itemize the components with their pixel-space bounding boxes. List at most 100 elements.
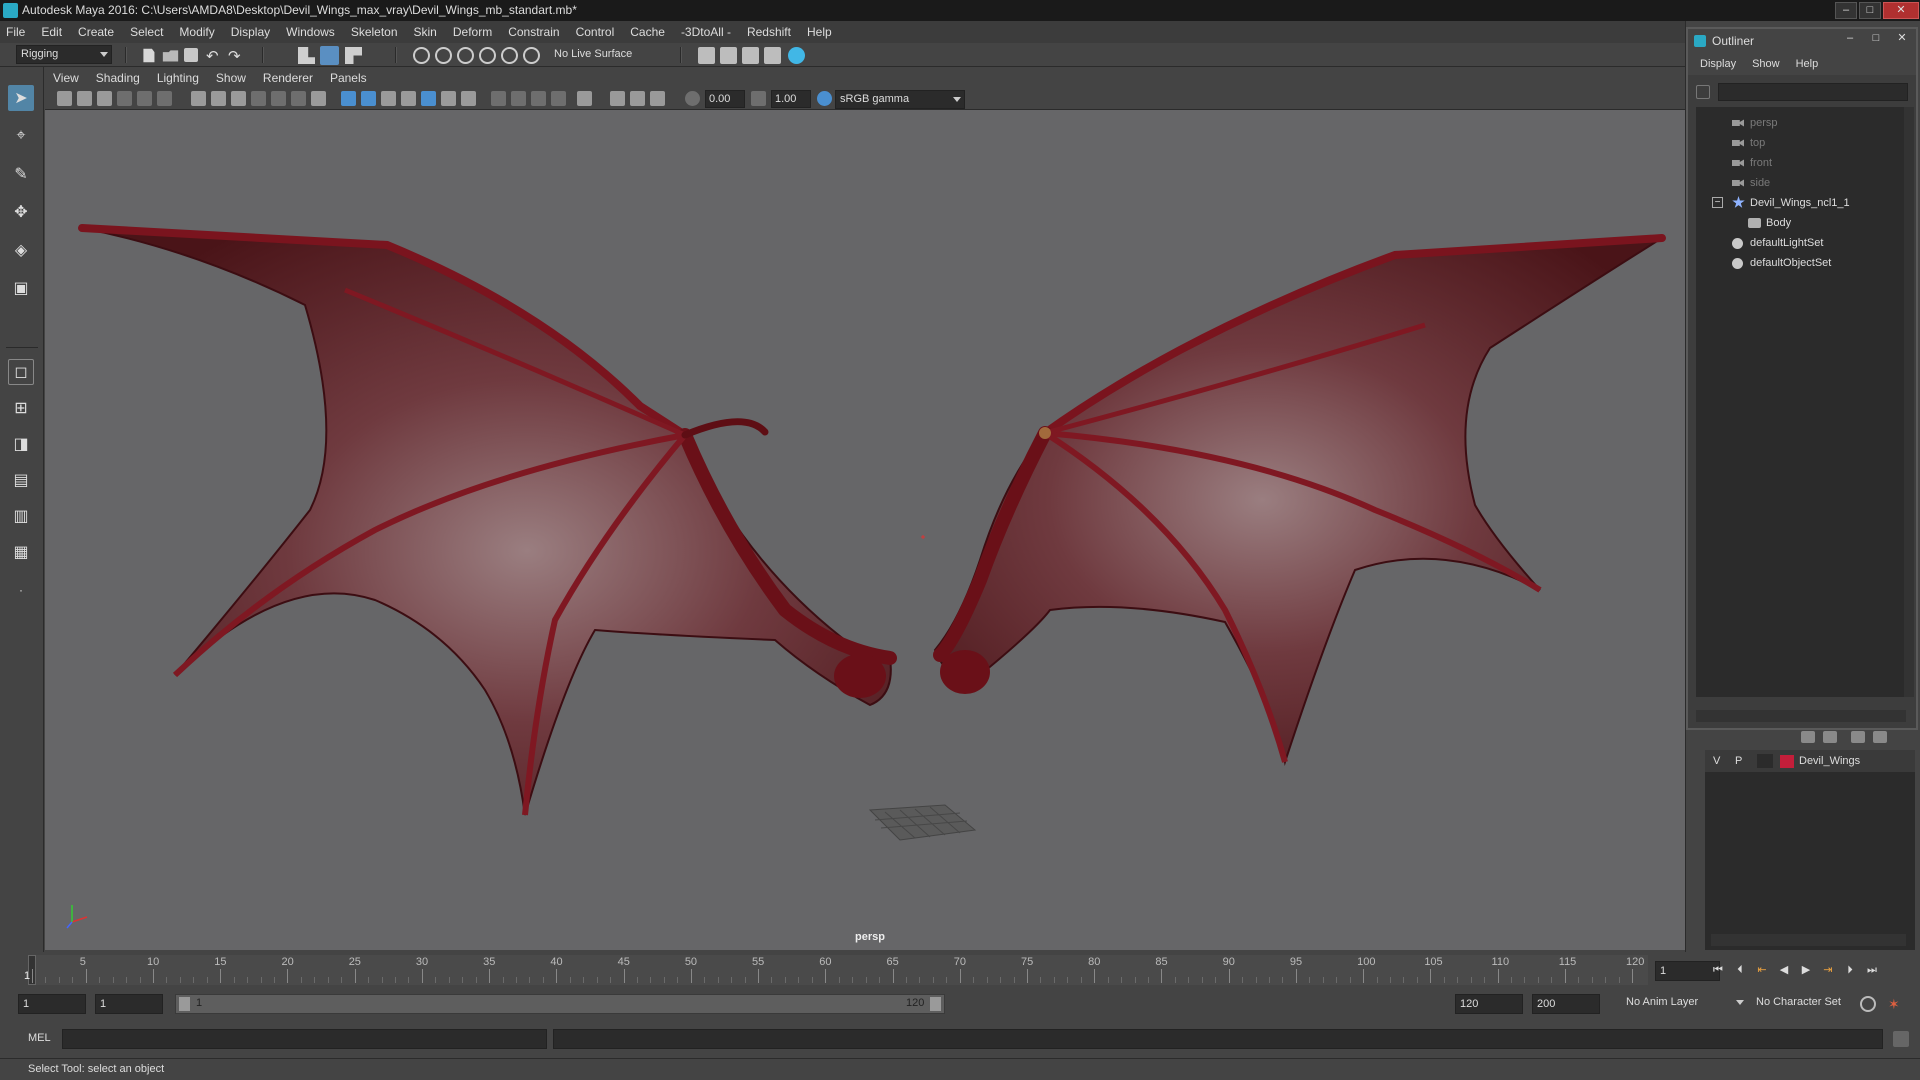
outliner-filter-icon[interactable] — [1696, 85, 1710, 99]
screen-space-ao-icon[interactable] — [491, 91, 506, 106]
collapse-icon[interactable]: − — [1712, 197, 1723, 208]
auto-key-icon[interactable] — [1860, 996, 1876, 1012]
layer-display-type[interactable] — [1757, 754, 1773, 768]
script-editor-icon[interactable] — [1893, 1031, 1909, 1047]
panel-menu-panels[interactable]: Panels — [330, 71, 367, 85]
render-current-frame-icon[interactable] — [720, 47, 737, 64]
paint-select-tool-icon[interactable]: ✎ — [8, 161, 34, 187]
grid-icon[interactable] — [191, 91, 206, 106]
menu-deform[interactable]: Deform — [453, 25, 492, 39]
panel-menu-show[interactable]: Show — [216, 71, 246, 85]
persp-outliner-layout-icon[interactable]: ◨ — [8, 431, 34, 457]
open-scene-icon[interactable] — [162, 50, 179, 62]
range-bar[interactable]: 1 120 — [175, 994, 945, 1014]
shadows-icon[interactable] — [461, 91, 476, 106]
menu-redshift[interactable]: Redshift — [747, 25, 791, 39]
new-layer-selected-icon[interactable] — [1873, 731, 1887, 743]
textured-icon[interactable] — [421, 91, 436, 106]
menu-3dtoall[interactable]: -3DtoAll - — [681, 25, 731, 39]
playback-end-field[interactable]: 120 — [1455, 994, 1523, 1014]
outliner-item[interactable]: top — [1696, 133, 1901, 153]
select-by-component-icon[interactable] — [345, 47, 362, 64]
step-back-key-icon[interactable]: ⇤ — [1754, 963, 1770, 977]
command-input[interactable] — [62, 1029, 547, 1049]
step-back-frame-icon[interactable]: ⏴ — [1732, 963, 1748, 977]
layer-row[interactable]: V P Devil_Wings — [1705, 750, 1915, 772]
outliner-close-button[interactable]: ✕ — [1892, 32, 1912, 47]
ipr-render-icon[interactable] — [742, 47, 759, 64]
single-view-layout-icon[interactable]: ◻ — [8, 359, 34, 385]
render-view-icon[interactable] — [764, 47, 781, 64]
motion-blur-icon[interactable] — [511, 91, 526, 106]
step-forward-frame-icon[interactable]: ⏵ — [1842, 963, 1858, 977]
color-management-icon[interactable] — [817, 91, 832, 106]
left-wing-mesh[interactable] — [78, 224, 897, 816]
bookmark-icon[interactable] — [97, 91, 112, 106]
menu-skin[interactable]: Skin — [414, 25, 437, 39]
snap-view-plane-icon[interactable] — [479, 47, 496, 64]
render-settings-icon[interactable] — [698, 47, 715, 64]
rotate-tool-icon[interactable]: ◈ — [8, 237, 34, 263]
menu-modify[interactable]: Modify — [179, 25, 214, 39]
go-to-start-icon[interactable]: ⏮ — [1710, 963, 1726, 977]
undo-icon[interactable]: ↶ — [206, 47, 223, 65]
range-end-handle[interactable] — [930, 997, 941, 1011]
menu-windows[interactable]: Windows — [286, 25, 335, 39]
outliner-menu-display[interactable]: Display — [1700, 58, 1736, 70]
hypershade-layout-icon[interactable]: ▥ — [8, 503, 34, 529]
script-language-label[interactable]: MEL — [28, 1032, 51, 1044]
xray-joints-icon[interactable] — [650, 91, 665, 106]
animation-end-field[interactable]: 200 — [1532, 994, 1600, 1014]
snap-curve-icon[interactable] — [435, 47, 452, 64]
menu-help[interactable]: Help — [807, 25, 832, 39]
redo-icon[interactable]: ↷ — [228, 47, 245, 65]
safe-title-icon[interactable] — [311, 91, 326, 106]
safe-action-icon[interactable] — [291, 91, 306, 106]
grease-pencil-icon[interactable] — [157, 91, 172, 106]
exposure-icon[interactable] — [685, 91, 700, 106]
four-view-layout-icon[interactable]: ⊞ — [8, 395, 34, 421]
outliner-item[interactable]: − Devil_Wings_ncl1_1 — [1696, 193, 1901, 213]
2d-pan-zoom-icon[interactable] — [137, 91, 152, 106]
range-start-handle[interactable] — [179, 997, 190, 1011]
save-scene-icon[interactable] — [184, 48, 198, 62]
layer-horizontal-scrollbar[interactable] — [1711, 934, 1906, 946]
menu-constrain[interactable]: Constrain — [508, 25, 559, 39]
layer-color-swatch[interactable] — [1780, 755, 1794, 768]
resolution-gate-icon[interactable] — [231, 91, 246, 106]
character-set-dropdown[interactable]: No Character Set — [1752, 994, 1862, 1013]
lasso-tool-icon[interactable]: ⌖ — [8, 123, 34, 149]
xray-active-components-icon[interactable] — [630, 91, 645, 106]
play-forwards-icon[interactable]: ▶ — [1798, 963, 1814, 977]
maximize-button[interactable]: □ — [1859, 2, 1881, 19]
move-layer-up-icon[interactable] — [1801, 731, 1815, 743]
wireframe-on-shaded-icon[interactable] — [401, 91, 416, 106]
menu-edit[interactable]: Edit — [41, 25, 62, 39]
use-all-lights-icon[interactable] — [441, 91, 456, 106]
outliner-horizontal-scrollbar[interactable] — [1696, 710, 1906, 722]
gamma-icon[interactable] — [751, 91, 766, 106]
ground-grid-object[interactable] — [868, 804, 977, 841]
outliner-maximize-button[interactable]: □ — [1866, 32, 1886, 47]
perspective-viewport[interactable]: persp — [45, 110, 1695, 950]
menu-select[interactable]: Select — [130, 25, 163, 39]
exposure-field[interactable]: 0.00 — [705, 90, 745, 108]
outliner-item[interactable]: persp — [1696, 113, 1901, 133]
gamma-field[interactable]: 1.00 — [771, 90, 811, 108]
close-button[interactable]: ✕ — [1883, 2, 1919, 19]
isolate-select-icon[interactable] — [577, 91, 592, 106]
use-default-material-icon[interactable] — [381, 91, 396, 106]
smooth-shade-icon[interactable] — [361, 91, 376, 106]
move-tool-icon[interactable]: ✥ — [8, 199, 34, 225]
select-camera-icon[interactable] — [57, 91, 72, 106]
outliner-item[interactable]: Body — [1696, 213, 1901, 233]
gate-mask-icon[interactable] — [251, 91, 266, 106]
xray-icon[interactable] — [610, 91, 625, 106]
playback-start-field[interactable]: 1 — [95, 994, 163, 1014]
new-scene-icon[interactable] — [143, 48, 155, 63]
snap-magnet-icon[interactable] — [523, 47, 540, 64]
menu-control[interactable]: Control — [576, 25, 615, 39]
select-tool-icon[interactable]: ➤ — [8, 85, 34, 111]
outliner-minimize-button[interactable]: – — [1840, 32, 1860, 47]
go-to-end-icon[interactable]: ⏭ — [1864, 963, 1880, 977]
